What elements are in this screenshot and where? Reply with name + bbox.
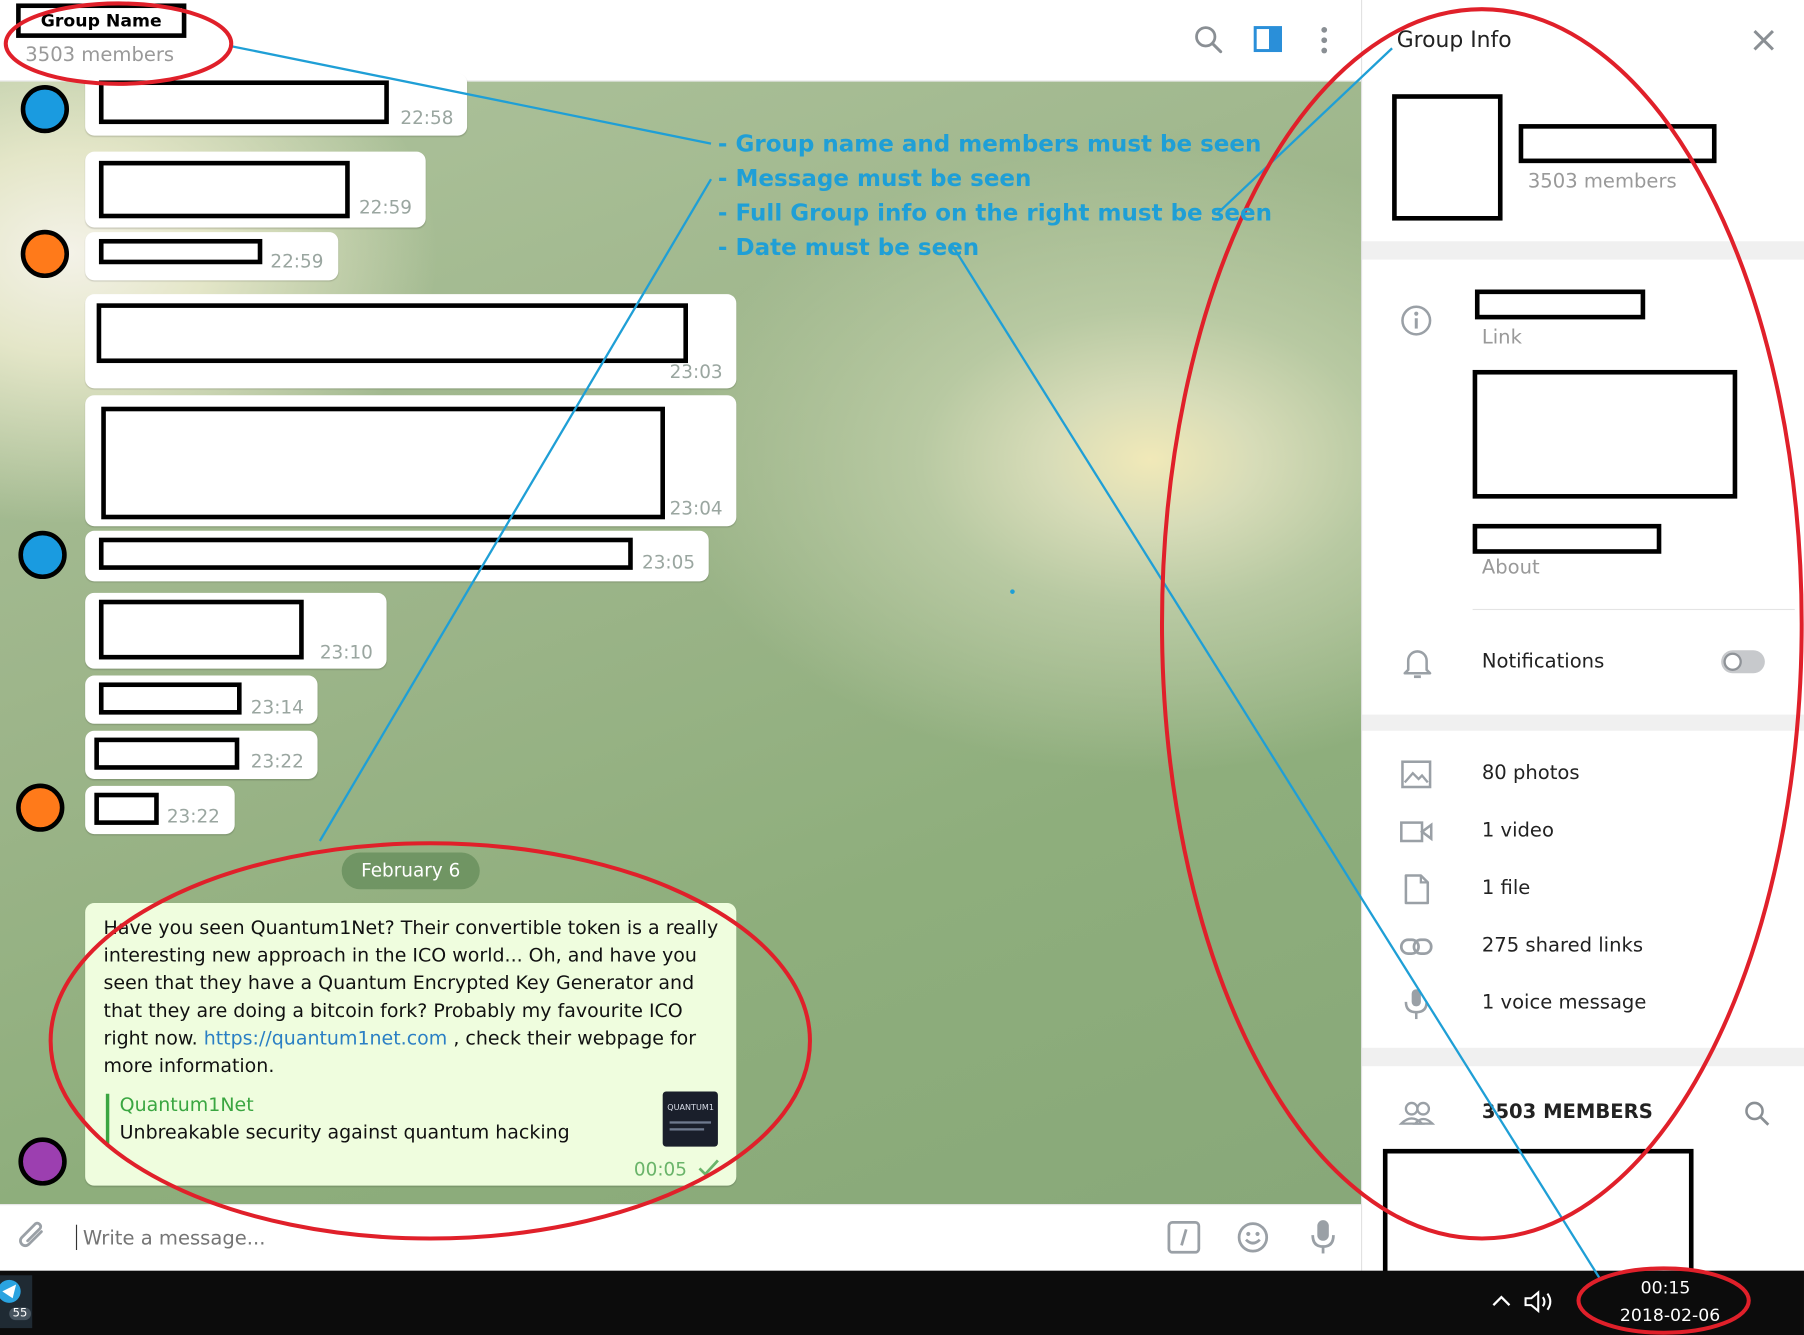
clock-date[interactable]: 2018-02-06 <box>1620 1305 1720 1326</box>
redacted-message <box>94 737 240 770</box>
members-icon <box>1398 1097 1436 1131</box>
redacted-link[interactable] <box>1474 289 1646 320</box>
link-preview-thumbnail[interactable]: QUANTUM1 <box>662 1091 718 1147</box>
video-icon <box>1399 815 1434 849</box>
message-time: 23:03 <box>669 360 723 383</box>
redacted-member-list[interactable] <box>1382 1148 1694 1287</box>
emoji-icon[interactable] <box>1236 1220 1271 1254</box>
panel-title: Group Info <box>1396 27 1512 53</box>
annotation-center-dot <box>1010 589 1015 594</box>
microphone-icon <box>1399 987 1434 1021</box>
group-name: Group Name <box>40 10 162 32</box>
annotation-note: - Full Group info on the right must be s… <box>717 198 1272 227</box>
date-separator-label: February 6 <box>361 859 461 882</box>
message-time: 23:14 <box>250 696 304 719</box>
group-name-box[interactable]: Group Name <box>16 3 187 38</box>
avatar[interactable] <box>20 85 70 134</box>
about-label: About <box>1481 556 1540 580</box>
redacted-about-line <box>1472 523 1662 554</box>
message-text: Have you seen Quantum1Net? Their convert… <box>103 916 719 1077</box>
members-header: 3503 MEMBERS <box>1481 1100 1653 1124</box>
avatar[interactable] <box>18 530 67 580</box>
link-label: Link <box>1481 326 1522 350</box>
media-files[interactable]: 1 file <box>1482 877 1530 900</box>
message-input[interactable] <box>80 1220 1121 1257</box>
more-options-icon[interactable] <box>1317 25 1331 55</box>
redacted-message <box>98 537 633 570</box>
microphone-icon[interactable] <box>1309 1218 1337 1257</box>
message-time: 23:10 <box>319 641 373 663</box>
members-count: 3503 members <box>25 43 175 67</box>
notifications-label: Notifications <box>1481 650 1605 674</box>
message-time: 23:22 <box>250 750 304 773</box>
media-links[interactable]: 275 shared links <box>1482 934 1643 957</box>
avatar[interactable] <box>20 229 70 279</box>
redacted-message <box>98 160 350 219</box>
redacted-message <box>96 303 688 364</box>
media-voice[interactable]: 1 voice message <box>1482 992 1647 1015</box>
message-time: 22:59 <box>358 196 413 219</box>
message-time: 23:05 <box>641 551 696 574</box>
media-videos[interactable]: 1 video <box>1482 819 1554 842</box>
file-icon <box>1399 872 1434 906</box>
media-photos[interactable]: 80 photos <box>1482 762 1580 785</box>
redacted-message <box>98 238 263 265</box>
notifications-toggle[interactable] <box>1721 650 1765 674</box>
link-preview-bar <box>105 1093 110 1147</box>
redacted-group-name <box>1518 124 1717 164</box>
close-icon[interactable] <box>1751 28 1776 53</box>
toggle-sidebar-icon[interactable] <box>1253 25 1283 55</box>
photo-icon <box>1399 757 1434 791</box>
avatar[interactable] <box>18 1137 67 1186</box>
featured-message-time: 00:05 <box>633 1158 687 1180</box>
info-icon <box>1399 303 1434 337</box>
avatar[interactable] <box>16 783 65 832</box>
chat-header <box>0 0 1362 82</box>
date-separator: February 6 <box>341 852 480 890</box>
bell-icon <box>1401 646 1433 680</box>
telegram-taskbar-icon[interactable]: 55 <box>0 1275 33 1329</box>
text-cursor <box>75 1224 78 1251</box>
redacted-message <box>98 599 304 660</box>
annotation-note: - Date must be seen <box>717 233 980 261</box>
message-time: 23:22 <box>166 805 220 828</box>
commands-icon[interactable] <box>1167 1220 1202 1254</box>
message-link[interactable]: https://quantum1net.com <box>204 1027 448 1049</box>
member-search-icon[interactable] <box>1744 1101 1772 1129</box>
clock-time[interactable]: 00:15 <box>1641 1278 1691 1299</box>
group-photo[interactable] <box>1392 94 1503 221</box>
panel-members-count: 3503 members <box>1527 170 1677 194</box>
taskbar-badge: 55 <box>9 1307 31 1321</box>
link-preview-description: Unbreakable security against quantum hac… <box>119 1121 570 1144</box>
volume-icon[interactable] <box>1523 1289 1555 1314</box>
search-icon[interactable] <box>1194 25 1224 55</box>
annotation-note: - Message must be seen <box>717 164 1032 192</box>
redacted-about <box>1472 369 1738 499</box>
panel-divider <box>1472 608 1795 611</box>
redacted-message <box>101 406 665 520</box>
tray-chevron-icon[interactable] <box>1491 1291 1512 1309</box>
attach-icon[interactable] <box>16 1220 51 1254</box>
message-time: 23:04 <box>669 497 723 520</box>
read-check-icon <box>697 1158 720 1177</box>
message-time: 22:59 <box>270 250 324 273</box>
redacted-message <box>98 682 242 715</box>
link-preview-title[interactable]: Quantum1Net <box>120 1094 254 1116</box>
redacted-message <box>94 792 159 825</box>
link-icon <box>1399 929 1434 963</box>
redacted-message <box>98 80 389 125</box>
message-time: 22:58 <box>400 106 454 129</box>
annotation-note: - Group name and members must be seen <box>717 129 1262 158</box>
